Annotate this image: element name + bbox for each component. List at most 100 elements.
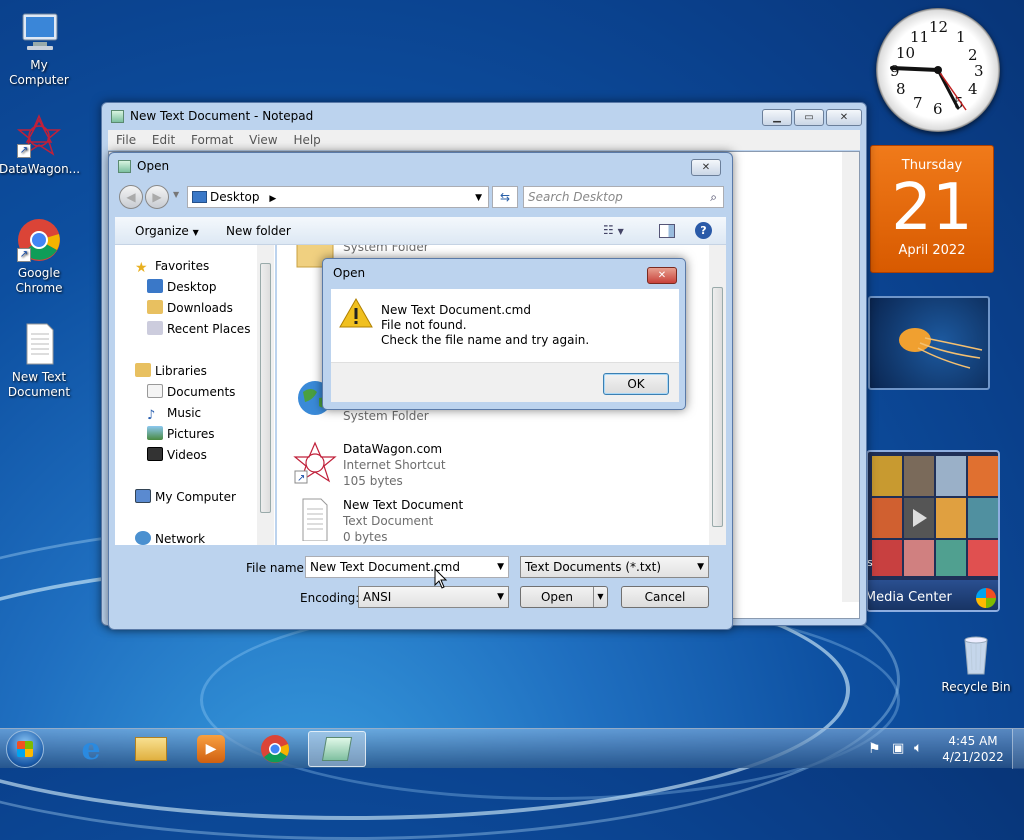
shortcut-arrow-icon: ↗ (17, 248, 31, 262)
maximize-button[interactable]: ▭ (794, 109, 824, 126)
desktop-icon-datawagon[interactable]: ↗ DataWagon... (0, 112, 81, 177)
open-dialog-titlebar[interactable]: Open (109, 153, 732, 179)
internet-explorer-icon: e (81, 731, 101, 767)
chevron-down-icon: ▼ (697, 562, 704, 572)
desktop-icon (147, 279, 163, 293)
nav-libraries[interactable]: Libraries (135, 361, 207, 381)
file-item-new-text-document[interactable]: New Text Document Text Document 0 bytes (293, 497, 673, 545)
file-item-datawagon[interactable]: ↗ DataWagon.com Internet Shortcut 105 by… (293, 441, 673, 493)
nav-pictures[interactable]: Pictures (147, 424, 215, 444)
close-button[interactable]: ✕ (647, 267, 677, 284)
documents-icon (147, 384, 163, 398)
datawagon-logo-icon: ↗ (15, 112, 63, 160)
taskbar-internet-explorer[interactable]: e (62, 731, 120, 767)
nav-favorites[interactable]: ★ Favorites (135, 256, 209, 276)
file-type-select[interactable]: Text Documents (*.txt) ▼ (520, 556, 709, 578)
library-icon (135, 363, 151, 377)
nav-documents[interactable]: Documents (147, 382, 235, 402)
desktop-icon-google-chrome[interactable]: ↗ Google Chrome (0, 216, 79, 296)
notepad-icon (118, 160, 131, 173)
desktop-icon-my-computer[interactable]: My Computer (0, 8, 79, 88)
recent-places-icon (147, 321, 163, 335)
open-button[interactable]: Open ▼ (520, 586, 608, 608)
cancel-button[interactable]: Cancel (621, 586, 709, 608)
menu-edit[interactable]: Edit (152, 133, 175, 147)
close-button[interactable]: ✕ (691, 159, 721, 176)
navigation-pane-scrollbar[interactable] (257, 245, 274, 545)
file-list-scrollbar[interactable] (709, 245, 726, 545)
desktop-icon-label: My Computer (9, 58, 69, 87)
menu-view[interactable]: View (249, 133, 277, 147)
refresh-button[interactable]: ⇆ (492, 186, 518, 208)
dialog-toolbar (115, 217, 726, 245)
nav-recent-places[interactable]: Recent Places (147, 319, 250, 339)
show-desktop-button[interactable] (1012, 729, 1024, 769)
open-dialog-title: Open (137, 159, 170, 173)
nav-videos[interactable]: Videos (147, 445, 207, 465)
media-center-gadget[interactable]: res s Media Center (866, 450, 1000, 612)
forward-button[interactable]: ▶ (145, 185, 169, 209)
downloads-folder-icon (147, 300, 163, 314)
slideshow-gadget[interactable] (868, 296, 990, 390)
action-center-flag-icon[interactable]: ⚑ (868, 741, 881, 757)
encoding-label: Encoding: (300, 591, 360, 605)
error-dialog-titlebar[interactable]: Open (323, 259, 685, 287)
minimize-button[interactable]: ▁ (762, 109, 792, 126)
chevron-down-icon[interactable]: ▼ (593, 587, 607, 607)
new-folder-button[interactable]: New folder (226, 223, 291, 239)
calendar-gadget[interactable]: Thursday 21 April 2022 (870, 145, 994, 273)
menu-file[interactable]: File (116, 133, 136, 147)
network-tray-icon[interactable]: ▣ (892, 741, 904, 756)
calendar-day: 21 (891, 171, 973, 245)
windows-logo-icon (17, 741, 33, 757)
taskbar-notepad[interactable] (308, 731, 366, 767)
shortcut-arrow-icon: ↗ (17, 144, 31, 158)
nav-downloads[interactable]: Downloads (147, 298, 233, 318)
notepad-titlebar[interactable]: New Text Document - Notepad (102, 103, 866, 129)
text-document-icon (293, 497, 337, 542)
desktop-icon-new-text-document[interactable]: New Text Document (0, 320, 79, 400)
desktop-icon (192, 191, 207, 203)
recent-pages-chevron-icon[interactable]: ▼ (173, 190, 179, 199)
volume-icon[interactable]: 🔈︎ (914, 740, 922, 756)
videos-icon (147, 447, 163, 461)
taskbar-windows-explorer[interactable] (122, 731, 180, 767)
nav-network[interactable]: Network (135, 529, 205, 549)
search-input[interactable]: Search Desktop ⌕ (523, 186, 724, 208)
clock-date: 4/21/2022 (942, 750, 1004, 764)
chevron-down-icon[interactable]: ▼ (497, 557, 504, 577)
desktop-icon-label: DataWagon... (0, 162, 81, 176)
nav-music[interactable]: ♪ Music (147, 403, 201, 423)
menu-format[interactable]: Format (191, 133, 233, 147)
back-button[interactable]: ◀ (119, 185, 143, 209)
notepad-scrollbar[interactable] (842, 152, 859, 602)
media-player-icon: ▶ (197, 735, 225, 763)
ok-button[interactable]: OK (603, 373, 669, 395)
taskbar-media-player[interactable]: ▶ (182, 731, 240, 767)
datawagon-logo-icon: ↗ (293, 441, 337, 485)
close-button[interactable]: ✕ (826, 109, 862, 126)
preview-pane-icon[interactable] (659, 224, 675, 238)
nav-desktop[interactable]: Desktop (147, 277, 217, 297)
error-dialog[interactable]: Open ✕ New Text Document.cmd File not fo… (322, 258, 686, 410)
start-button[interactable] (6, 730, 44, 768)
menu-help[interactable]: Help (293, 133, 320, 147)
organize-button[interactable]: Organize ▼ (135, 223, 199, 241)
chrome-icon (261, 735, 289, 763)
clock-gadget[interactable]: 12 1 2 3 4 5 6 7 8 9 10 11 (876, 8, 1000, 132)
desktop-icon-label: New Text Document (7, 370, 71, 399)
recycle-bin-icon (952, 630, 1000, 678)
desktop-icon-recycle-bin[interactable]: Recycle Bin (936, 630, 1016, 695)
address-bar[interactable]: Desktop ▶ ▼ (187, 186, 489, 208)
view-options-icon[interactable]: ☷ ▼ (603, 223, 624, 237)
nav-my-computer[interactable]: My Computer (135, 487, 236, 507)
computer-icon (135, 489, 151, 503)
system-clock[interactable]: 4:45 AM 4/21/2022 (940, 733, 1006, 765)
notepad-icon (321, 737, 353, 761)
file-name-input[interactable]: New Text Document.cmd ▼ (305, 556, 509, 578)
help-icon[interactable]: ? (695, 222, 712, 239)
media-center-tile-text: res (867, 556, 873, 569)
taskbar-chrome[interactable] (246, 731, 304, 767)
file-name-label: File name: (246, 561, 308, 575)
clock-hands (890, 66, 967, 111)
